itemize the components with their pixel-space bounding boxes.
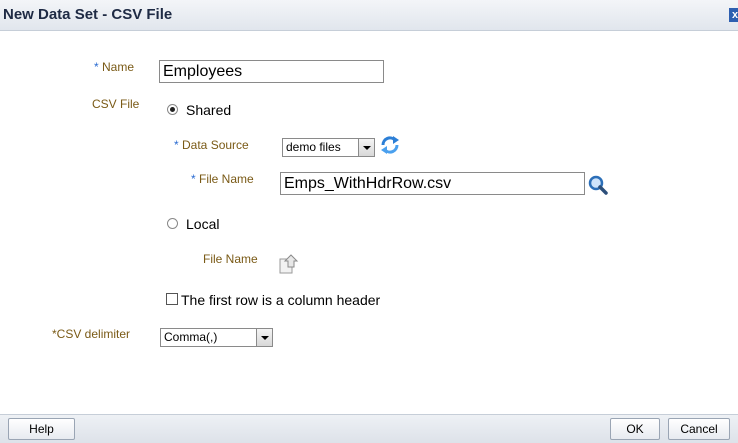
refresh-icon[interactable] bbox=[379, 134, 401, 156]
data-source-label-text: Data Source bbox=[178, 138, 249, 152]
data-source-select[interactable]: demo files bbox=[282, 138, 375, 157]
csv-file-label: CSV File bbox=[92, 97, 140, 111]
data-source-value: demo files bbox=[286, 140, 341, 154]
local-file-name-label: File Name bbox=[203, 252, 258, 266]
csv-delimiter-label: *CSV delimiter bbox=[52, 327, 131, 341]
csv-delimiter-select[interactable]: Comma(,) bbox=[160, 328, 273, 347]
file-name-label-text: File Name bbox=[195, 172, 254, 186]
chevron-down-icon[interactable] bbox=[358, 139, 374, 156]
new-data-set-dialog: New Data Set - CSV File x * Name Employe… bbox=[0, 0, 738, 443]
close-icon[interactable]: x bbox=[729, 8, 738, 22]
shared-radio[interactable] bbox=[167, 104, 178, 115]
help-button[interactable]: Help bbox=[8, 418, 75, 440]
local-radio[interactable] bbox=[167, 218, 178, 229]
shared-radio-dot bbox=[170, 107, 175, 112]
chevron-down-icon[interactable] bbox=[256, 329, 272, 346]
ok-button[interactable]: OK bbox=[610, 418, 660, 440]
name-label: * Name bbox=[94, 60, 134, 74]
name-label-text: Name bbox=[98, 60, 135, 74]
dialog-titlebar: New Data Set - CSV File x bbox=[0, 0, 738, 31]
dialog-title: New Data Set - CSV File bbox=[3, 6, 173, 23]
local-radio-label[interactable]: Local bbox=[186, 216, 219, 232]
search-icon[interactable] bbox=[587, 174, 609, 196]
first-row-header-label[interactable]: The first row is a column header bbox=[181, 292, 380, 308]
cancel-button[interactable]: Cancel bbox=[668, 418, 730, 440]
shared-file-name-input[interactable]: Emps_WithHdrRow.csv bbox=[280, 172, 585, 195]
dialog-footer: Help OK Cancel bbox=[0, 414, 738, 443]
shared-file-name-label: * File Name bbox=[191, 172, 254, 186]
csv-delimiter-value: Comma(,) bbox=[164, 330, 218, 344]
first-row-header-checkbox[interactable] bbox=[166, 293, 178, 305]
name-input[interactable]: Employees bbox=[159, 60, 384, 83]
shared-radio-label[interactable]: Shared bbox=[186, 102, 231, 118]
data-source-label: * Data Source bbox=[174, 138, 249, 152]
upload-icon[interactable] bbox=[278, 254, 300, 274]
